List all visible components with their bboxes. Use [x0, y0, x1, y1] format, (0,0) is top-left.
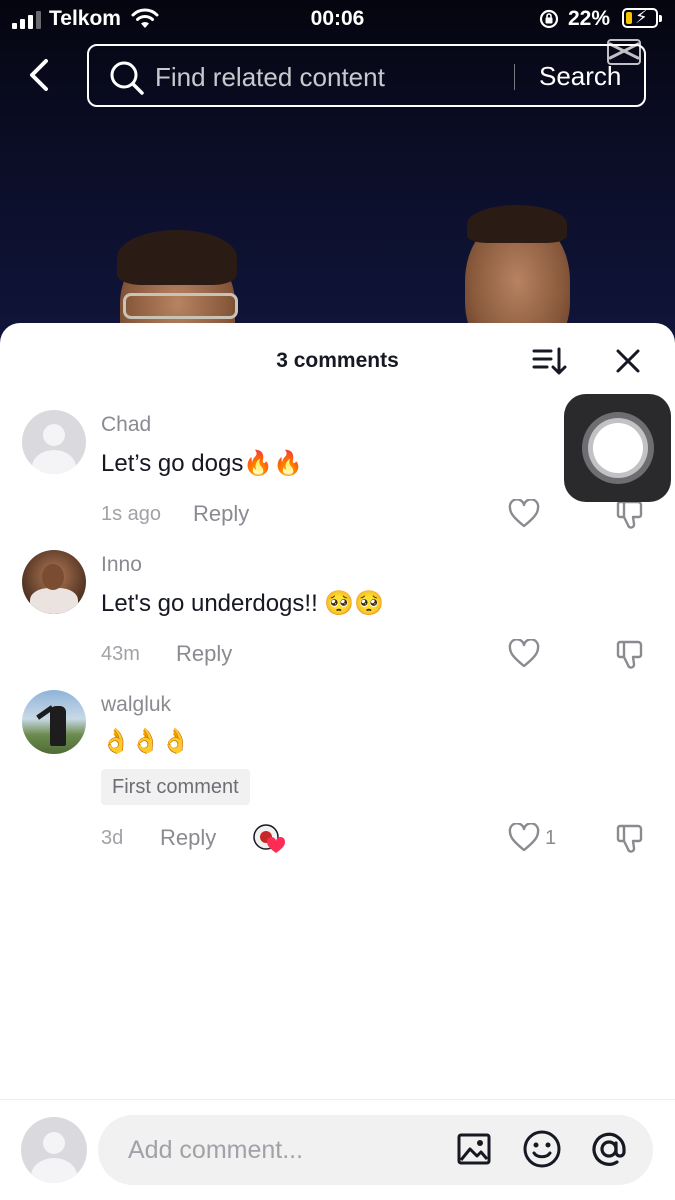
comment-time: 3d — [101, 827, 124, 849]
emoji-icon[interactable] — [522, 1129, 562, 1169]
creator-liked-icon — [253, 824, 286, 853]
comment-time: 43m — [101, 643, 140, 665]
status-bar: Telkom 00:06 22% ⚡ — [0, 0, 675, 38]
heart-outline-icon[interactable] — [508, 823, 540, 853]
comment-text: Let's go underdogs!! 🥺🥺 — [101, 590, 385, 617]
comment-item: Inno Let's go underdogs!! 🥺🥺 43m Reply — [0, 535, 675, 675]
comment-text: 👌👌👌 — [101, 728, 191, 755]
comment-username[interactable]: Chad — [101, 413, 151, 437]
comments-count-title: 3 comments — [276, 349, 399, 372]
search-icon — [110, 61, 144, 95]
image-icon[interactable] — [456, 1131, 492, 1167]
charging-bolt-icon: ⚡ — [635, 7, 648, 27]
thumbs-down-icon[interactable] — [614, 497, 648, 531]
comment-text: Let’s go dogs🔥🔥 — [101, 450, 304, 477]
heart-outline-icon[interactable] — [508, 639, 540, 669]
back-button[interactable] — [22, 55, 58, 95]
reply-button[interactable]: Reply — [193, 501, 249, 527]
avatar[interactable] — [22, 690, 86, 754]
like-count: 1 — [545, 827, 557, 849]
reply-button[interactable]: Reply — [176, 641, 232, 667]
battery-icon: ⚡ — [622, 7, 662, 28]
my-avatar — [21, 1117, 87, 1183]
capcut-watermark-icon — [607, 39, 641, 65]
orientation-lock-icon — [539, 9, 559, 29]
first-comment-badge: First comment — [101, 769, 250, 805]
assistive-touch-button[interactable] — [564, 394, 671, 502]
comment-item: walgluk 👌👌👌 First comment 3d Reply 1 — [0, 675, 675, 865]
reply-button[interactable]: Reply — [160, 825, 216, 851]
comment-composer — [0, 1099, 675, 1200]
search-divider — [514, 64, 515, 90]
close-icon[interactable] — [614, 347, 642, 375]
thumbs-down-icon[interactable] — [614, 637, 648, 671]
comment-time: 1s ago — [101, 503, 162, 525]
search-bar[interactable]: Find related content Search — [87, 44, 646, 107]
thumbs-down-icon[interactable] — [614, 821, 648, 855]
comment-username[interactable]: walgluk — [101, 693, 171, 717]
search-input[interactable]: Find related content — [155, 62, 385, 93]
add-comment-input[interactable] — [98, 1115, 653, 1185]
at-sign-icon[interactable] — [589, 1129, 629, 1169]
avatar[interactable] — [22, 410, 86, 474]
avatar[interactable] — [22, 550, 86, 614]
comment-username[interactable]: Inno — [101, 553, 142, 577]
heart-outline-icon[interactable] — [508, 499, 540, 529]
battery-percent: 22% — [568, 7, 611, 30]
sort-icon[interactable] — [531, 345, 567, 377]
